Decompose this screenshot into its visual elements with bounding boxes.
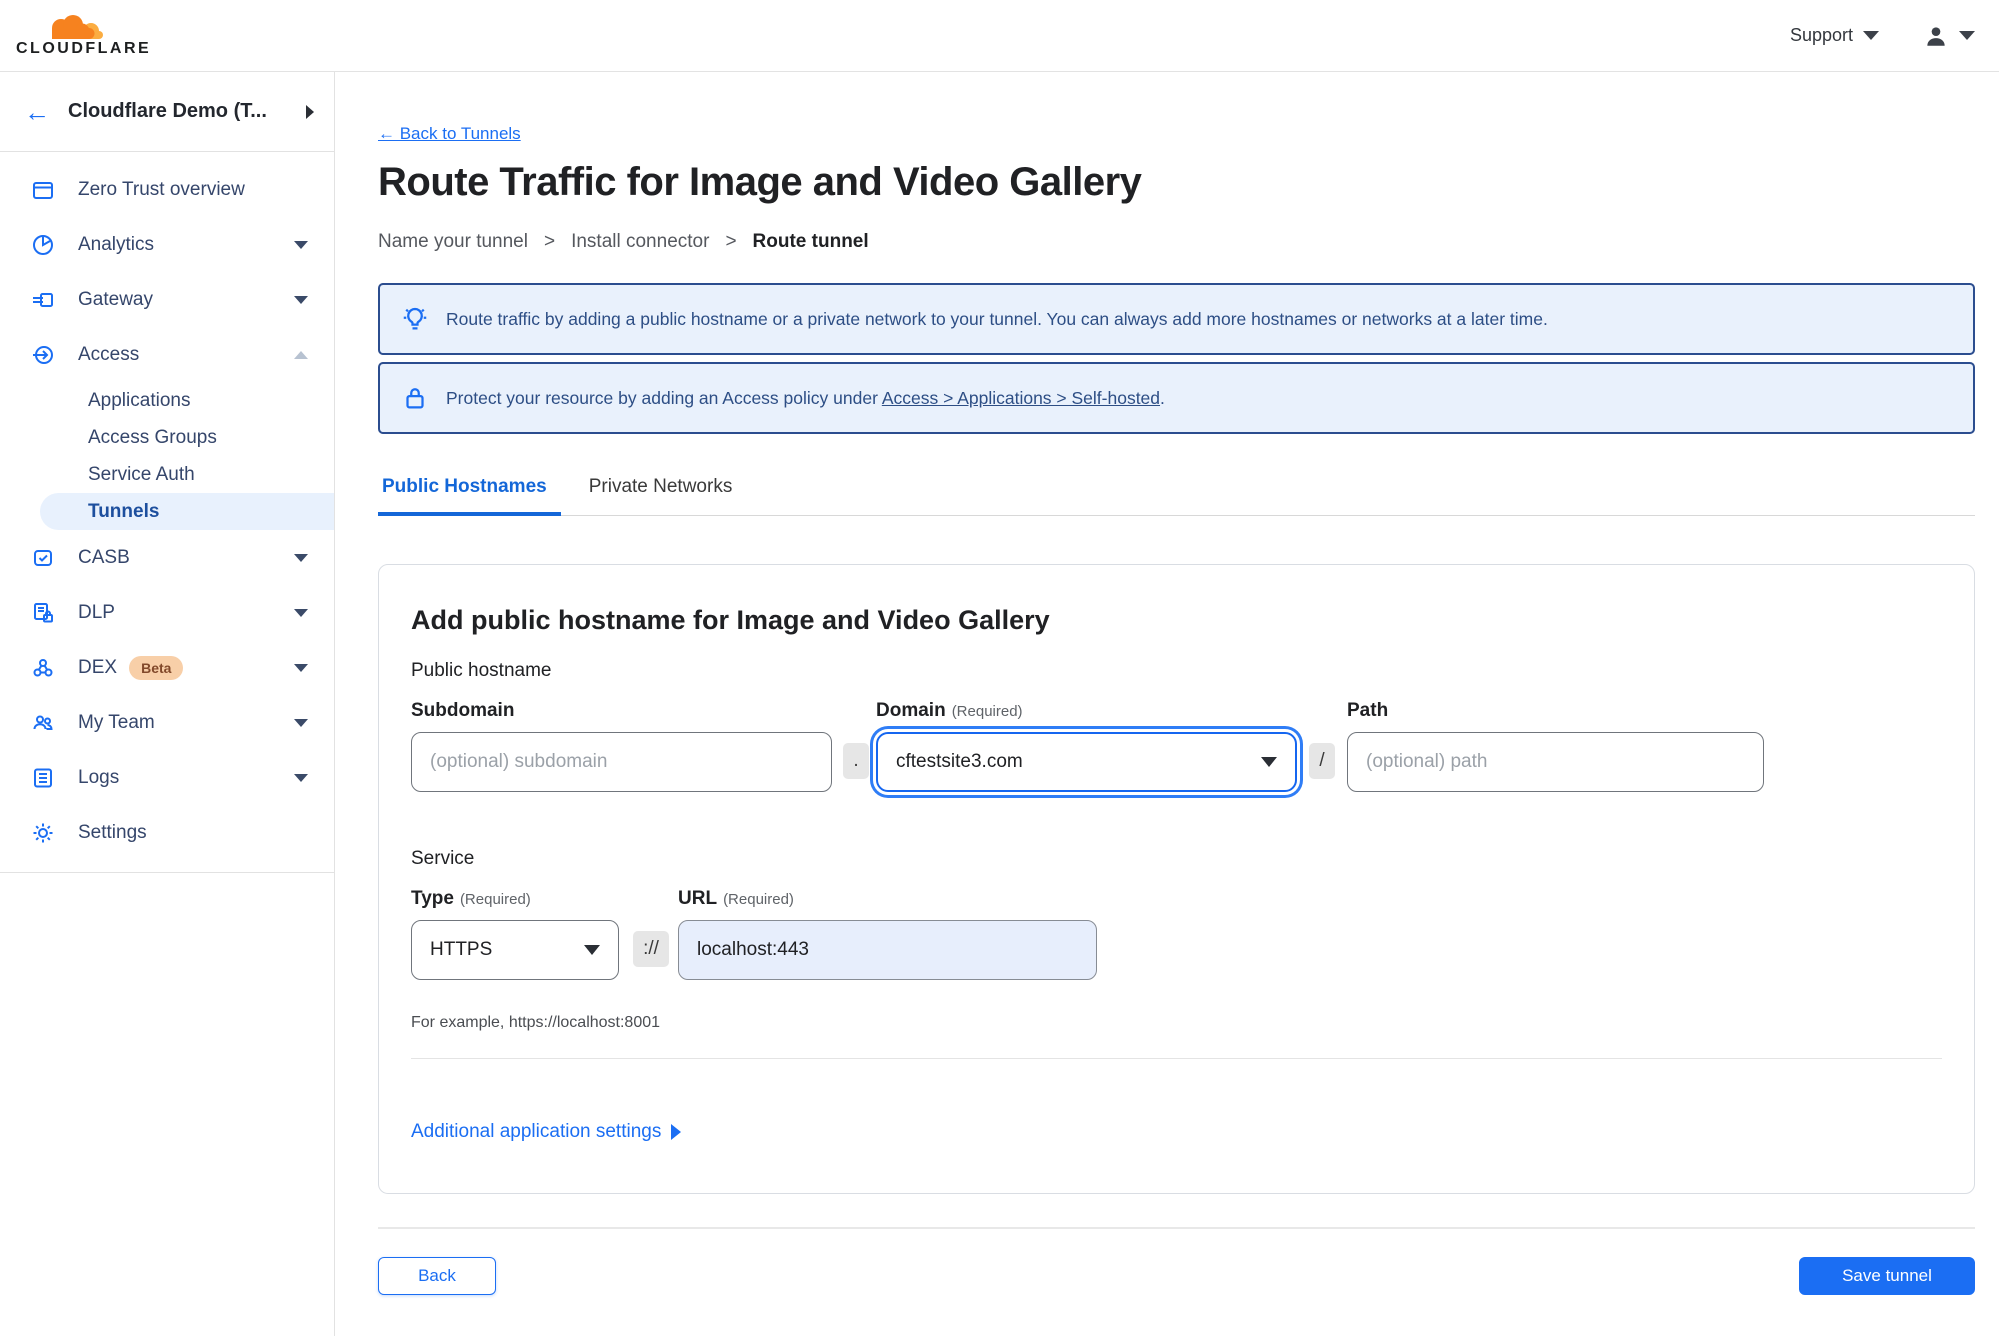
url-example-text: For example, https://localhost:8001 xyxy=(411,1014,661,1031)
tab-bar: Public Hostnames Private Networks xyxy=(378,476,1975,516)
url-label: URL xyxy=(678,888,718,909)
chevron-down-icon xyxy=(1261,757,1277,767)
sidebar-item-dex[interactable]: DEX Beta xyxy=(0,640,334,695)
main-content: ← Back to Tunnels Route Traffic for Imag… xyxy=(335,72,1999,1336)
my-team-icon xyxy=(30,710,56,736)
card-divider xyxy=(411,1058,1942,1059)
domain-selected-value: cftestsite3.com xyxy=(896,751,1023,772)
domain-label: Domain xyxy=(876,700,946,721)
type-label: Type xyxy=(411,888,454,909)
chevron-down-icon xyxy=(1863,31,1879,40)
lock-icon xyxy=(400,383,430,413)
service-type-select[interactable]: HTTPS xyxy=(411,920,619,980)
dex-icon xyxy=(30,655,56,681)
sidebar-item-zero-trust-overview[interactable]: Zero Trust overview xyxy=(0,162,334,217)
top-bar: CLOUDFLARE Support xyxy=(0,0,1999,72)
scheme-separator: :// xyxy=(633,931,669,967)
account-switcher[interactable]: ← Cloudflare Demo (T... xyxy=(0,72,334,152)
service-url-input[interactable] xyxy=(678,920,1097,980)
step-install-connector[interactable]: Install connector xyxy=(571,231,709,253)
sidebar-item-my-team[interactable]: My Team xyxy=(0,695,334,750)
subdomain-input[interactable] xyxy=(411,732,832,792)
account-name: Cloudflare Demo (T... xyxy=(68,100,267,122)
back-to-tunnels-link[interactable]: ← Back to Tunnels xyxy=(378,124,521,144)
cloudflare-cloud-icon xyxy=(52,14,103,39)
sidebar-item-dlp[interactable]: DLP xyxy=(0,585,334,640)
brand-wordmark: CLOUDFLARE xyxy=(16,39,152,57)
path-label: Path xyxy=(1347,700,1389,721)
chevron-down-icon xyxy=(294,718,308,727)
dlp-icon xyxy=(30,600,56,626)
additional-application-settings-toggle[interactable]: Additional application settings xyxy=(411,1121,1942,1143)
dot-separator: . xyxy=(843,743,869,779)
gateway-icon xyxy=(30,287,56,313)
save-tunnel-button[interactable]: Save tunnel xyxy=(1799,1257,1975,1295)
sidebar-item-logs[interactable]: Logs xyxy=(0,750,334,805)
back-arrow-icon[interactable]: ← xyxy=(24,99,50,125)
sidebar-item-gateway[interactable]: Gateway xyxy=(0,272,334,327)
overview-icon xyxy=(30,177,56,203)
user-icon xyxy=(1927,26,1945,46)
back-button[interactable]: Back xyxy=(378,1257,496,1295)
access-submenu: Applications Access Groups Service Auth … xyxy=(0,382,334,530)
step-name-your-tunnel[interactable]: Name your tunnel xyxy=(378,231,528,253)
info-banner-access-policy: Protect your resource by adding an Acces… xyxy=(378,362,1975,434)
sidebar-item-tunnels[interactable]: Tunnels xyxy=(40,493,334,530)
sidebar-item-access[interactable]: Access xyxy=(0,327,334,382)
footer-actions: Back Save tunnel xyxy=(378,1257,1975,1295)
beta-badge: Beta xyxy=(129,655,184,680)
subdomain-label: Subdomain xyxy=(411,700,515,721)
hostname-field-row: Subdomain . Domain (Required) cftestsite3… xyxy=(411,700,1942,792)
casb-icon xyxy=(30,545,56,571)
path-input[interactable] xyxy=(1347,732,1764,792)
chevron-right-icon xyxy=(671,1124,682,1140)
sidebar-item-analytics[interactable]: Analytics xyxy=(0,217,334,272)
chevron-down-icon xyxy=(584,945,600,955)
sidebar-item-applications[interactable]: Applications xyxy=(0,382,334,419)
cloudflare-logo: CLOUDFLARE xyxy=(16,14,151,58)
type-selected-value: HTTPS xyxy=(430,939,493,960)
chevron-down-icon xyxy=(294,773,308,782)
chevron-down-icon xyxy=(294,240,308,249)
sidebar-item-casb[interactable]: CASB xyxy=(0,530,334,585)
settings-icon xyxy=(30,820,56,846)
service-label: Service xyxy=(411,848,475,869)
analytics-icon xyxy=(30,232,56,258)
sidebar-item-access-groups[interactable]: Access Groups xyxy=(0,419,334,456)
public-hostname-label: Public hostname xyxy=(411,660,552,681)
sidebar-item-settings[interactable]: Settings xyxy=(0,805,334,860)
chevron-right-icon xyxy=(306,104,314,119)
tab-private-networks[interactable]: Private Networks xyxy=(585,476,747,515)
chevron-down-icon xyxy=(294,553,308,562)
chevron-down-icon xyxy=(294,295,308,304)
lightbulb-icon xyxy=(400,304,430,334)
add-public-hostname-card: Add public hostname for Image and Video … xyxy=(378,564,1975,1194)
breadcrumb: Name your tunnel > Install connector > R… xyxy=(378,231,869,253)
service-field-row: Type (Required) HTTPS :// URL (Required) xyxy=(411,888,1942,980)
domain-select[interactable]: cftestsite3.com xyxy=(876,732,1297,792)
access-applications-self-hosted-link[interactable]: Access > Applications > Self-hosted xyxy=(882,388,1160,408)
access-icon xyxy=(30,342,56,368)
logs-icon xyxy=(30,765,56,791)
user-menu[interactable] xyxy=(1923,23,1975,49)
chevron-down-icon xyxy=(1959,31,1975,40)
page-title: Route Traffic for Image and Video Galler… xyxy=(378,160,1142,204)
support-menu[interactable]: Support xyxy=(1790,25,1879,46)
sidebar-nav: Zero Trust overview Analytics Gateway Ac… xyxy=(0,152,334,873)
chevron-down-icon xyxy=(294,663,308,672)
chevron-up-icon xyxy=(294,350,308,359)
sidebar-item-service-auth[interactable]: Service Auth xyxy=(0,456,334,493)
card-heading: Add public hostname for Image and Video … xyxy=(411,605,1050,635)
step-route-tunnel: Route tunnel xyxy=(752,231,869,252)
chevron-down-icon xyxy=(294,608,308,617)
required-label: (Required) xyxy=(951,703,1023,720)
sidebar-divider xyxy=(0,872,334,873)
info-banner-route-traffic: Route traffic by adding a public hostnam… xyxy=(378,283,1975,355)
footer-divider xyxy=(378,1227,1975,1229)
support-label: Support xyxy=(1789,25,1853,45)
slash-separator: / xyxy=(1309,743,1335,779)
sidebar: ← Cloudflare Demo (T... Zero Trust overv… xyxy=(0,72,335,1336)
tab-public-hostnames[interactable]: Public Hostnames xyxy=(378,476,561,516)
